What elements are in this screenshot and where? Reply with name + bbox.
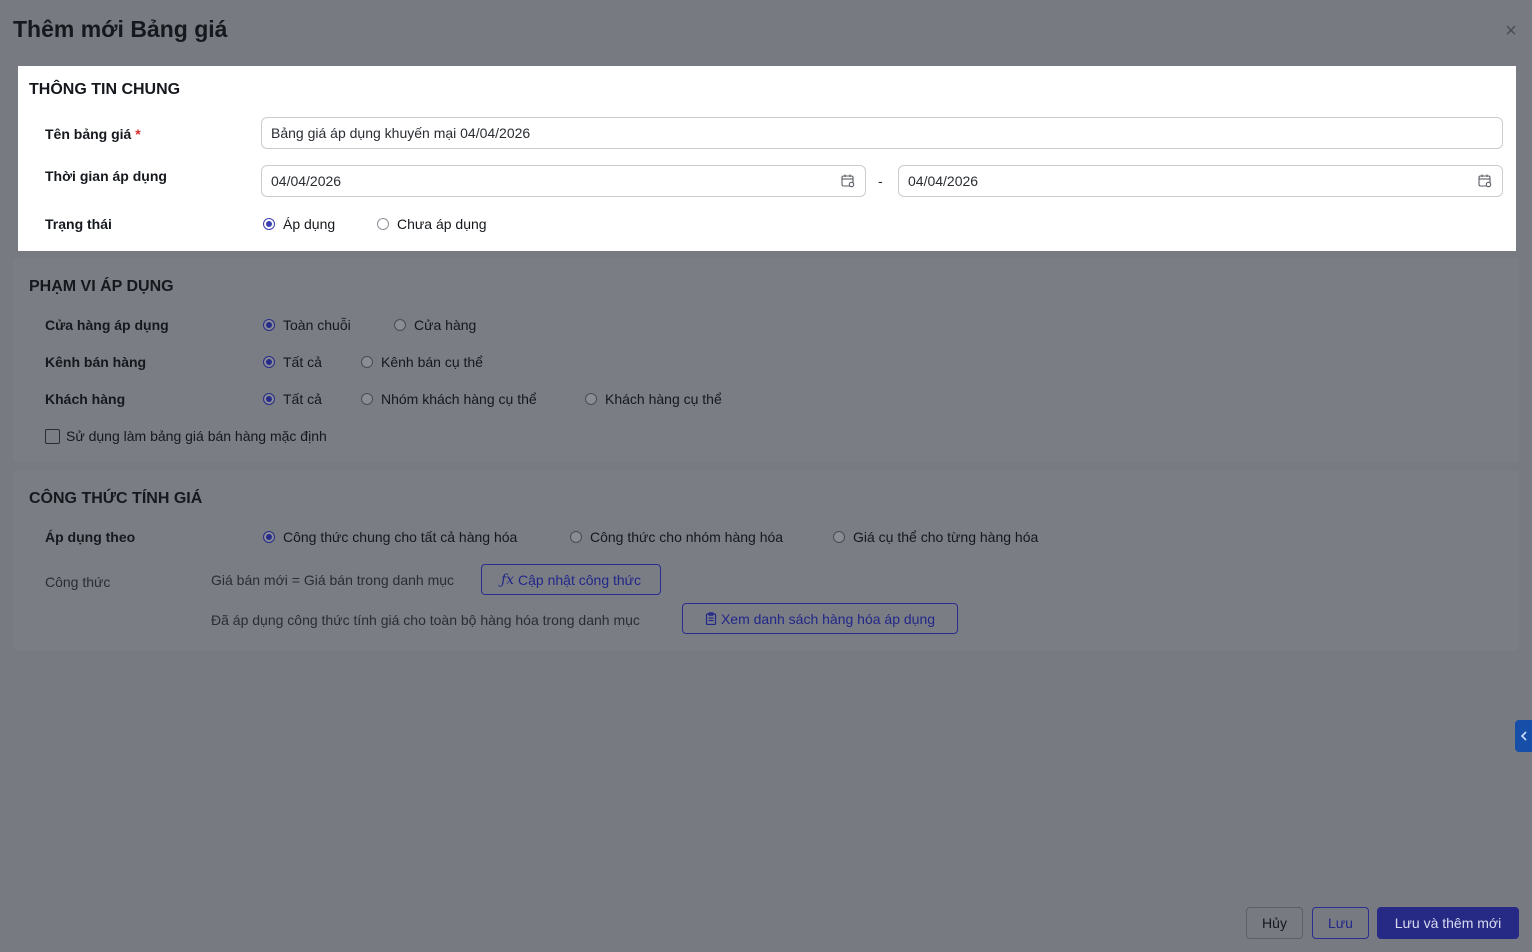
- save-button[interactable]: Lưu: [1312, 907, 1369, 939]
- calendar-icon[interactable]: [841, 174, 855, 188]
- radio-dot: [361, 356, 373, 368]
- status-radio-apply[interactable]: Áp dụng: [263, 216, 335, 232]
- name-label: Tên bảng giá *: [45, 126, 141, 142]
- status-label: Trạng thái: [45, 216, 112, 232]
- period-label: Thời gian áp dụng: [45, 168, 167, 184]
- radio-dot: [263, 218, 275, 230]
- store-radio-specific[interactable]: Cửa hàng: [394, 317, 476, 333]
- modal-title: Thêm mới Bảng giá: [13, 16, 228, 42]
- section-title: CÔNG THỨC TÍNH GIÁ: [29, 490, 203, 507]
- channel-radio-all[interactable]: Tất cả: [263, 354, 322, 370]
- date-from-value: 04/04/2026: [271, 173, 342, 189]
- update-formula-button[interactable]: ƒx Cập nhật công thức: [481, 564, 661, 595]
- view-applied-items-button[interactable]: Xem danh sách hàng hóa áp dụng: [682, 603, 958, 634]
- radio-dot: [263, 531, 275, 543]
- applied-text: Đã áp dụng công thức tính giá cho toàn b…: [211, 612, 640, 628]
- side-panel-toggle[interactable]: [1515, 720, 1532, 752]
- formula-section: CÔNG THỨC TÍNH GIÁ Áp dụng theo Công thứ…: [13, 470, 1519, 651]
- clipboard-icon: [705, 612, 717, 625]
- radio-dot: [263, 319, 275, 331]
- scope-section: PHẠM VI ÁP DỤNG Cửa hàng áp dụng Toàn ch…: [13, 258, 1519, 462]
- store-label: Cửa hàng áp dụng: [45, 317, 169, 333]
- customer-radio-specific[interactable]: Khách hàng cụ thể: [585, 391, 722, 407]
- price-list-name-input[interactable]: Bảng giá áp dụng khuyến mại 04/04/2026: [261, 117, 1503, 149]
- date-to-value: 04/04/2026: [908, 173, 979, 189]
- radio-dot: [263, 356, 275, 368]
- channel-radio-specific[interactable]: Kênh bán cụ thể: [361, 354, 483, 370]
- save-and-new-button[interactable]: Lưu và thêm mới: [1377, 907, 1519, 939]
- general-info-section: THÔNG TIN CHUNG Tên bảng giá * Bảng giá …: [18, 66, 1516, 251]
- required-mark: *: [135, 126, 141, 142]
- section-title: PHẠM VI ÁP DỤNG: [29, 278, 174, 295]
- date-separator: -: [878, 173, 883, 189]
- close-icon[interactable]: ×: [1502, 20, 1520, 42]
- radio-dot: [585, 393, 597, 405]
- cancel-button[interactable]: Hủy: [1246, 907, 1303, 939]
- radio-dot: [394, 319, 406, 331]
- checkbox-box[interactable]: [45, 428, 60, 444]
- channel-label: Kênh bán hàng: [45, 354, 147, 370]
- radio-dot: [377, 218, 389, 230]
- apply-radio-general[interactable]: Công thức chung cho tất cả hàng hóa: [263, 529, 517, 545]
- customer-radio-group[interactable]: Nhóm khách hàng cụ thể: [361, 391, 537, 407]
- radio-dot: [361, 393, 373, 405]
- date-to-input[interactable]: 04/04/2026: [898, 165, 1503, 197]
- radio-dot: [570, 531, 582, 543]
- chevron-left-icon: [1520, 731, 1527, 741]
- radio-dot: [833, 531, 845, 543]
- store-radio-chain[interactable]: Toàn chuỗi: [263, 317, 351, 333]
- formula-label: Công thức: [45, 574, 111, 590]
- apply-by-label: Áp dụng theo: [45, 529, 136, 545]
- section-title: THÔNG TIN CHUNG: [29, 81, 181, 98]
- customer-label: Khách hàng: [45, 391, 126, 407]
- customer-radio-all[interactable]: Tất cả: [263, 391, 322, 407]
- calendar-icon[interactable]: [1478, 174, 1492, 188]
- radio-dot: [263, 393, 275, 405]
- formula-text: Giá bán mới = Giá bán trong danh mục: [211, 572, 455, 588]
- default-price-list-checkbox[interactable]: Sử dụng làm bảng giá bán hàng mặc định: [45, 428, 327, 444]
- date-from-input[interactable]: 04/04/2026: [261, 165, 866, 197]
- status-radio-not-apply[interactable]: Chưa áp dụng: [377, 216, 487, 232]
- function-icon: ƒx: [500, 571, 515, 588]
- apply-radio-item[interactable]: Giá cụ thể cho từng hàng hóa: [833, 529, 1038, 545]
- apply-radio-group[interactable]: Công thức cho nhóm hàng hóa: [570, 529, 783, 545]
